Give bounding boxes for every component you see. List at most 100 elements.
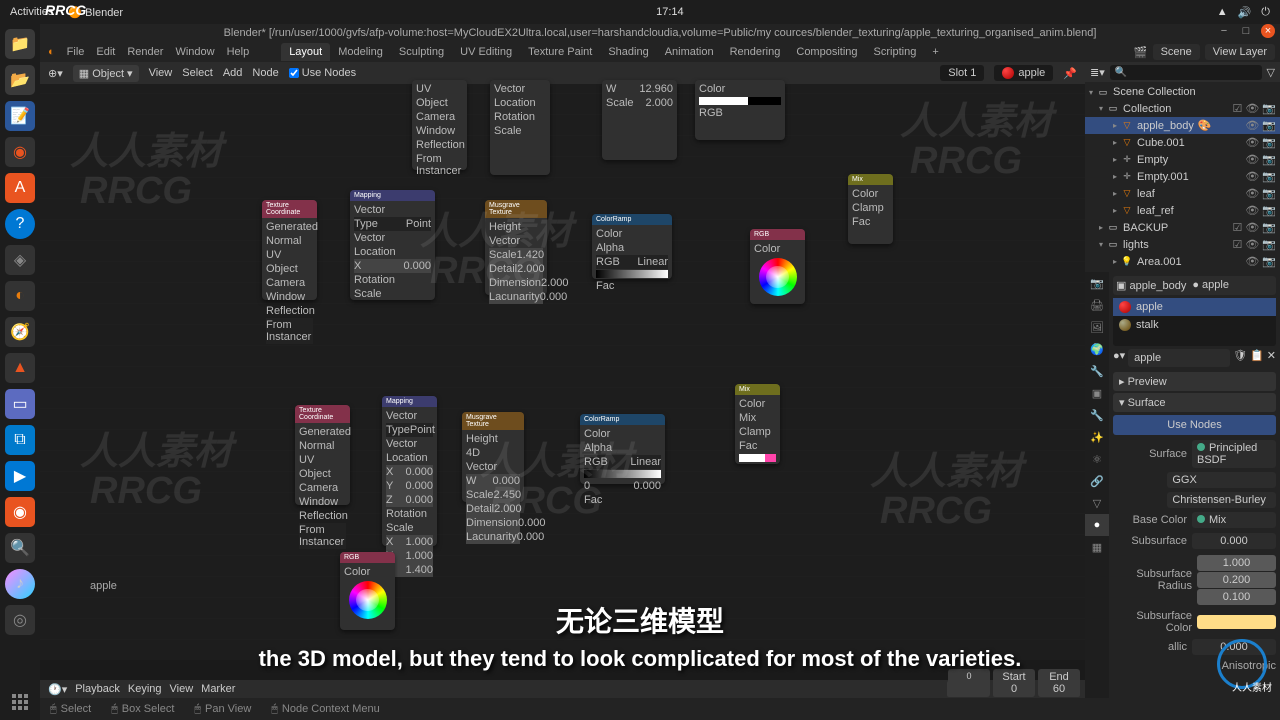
proptab-particle[interactable]: ✨ — [1085, 426, 1109, 448]
hdr-node[interactable]: Node — [252, 67, 278, 79]
network-icon[interactable]: ▲ — [1217, 6, 1228, 19]
mat-name-field[interactable]: apple — [1128, 349, 1230, 367]
mat-browse-icon[interactable]: ●▾ — [1113, 349, 1125, 367]
proptab-world[interactable]: 🔧 — [1085, 360, 1109, 382]
tab-uv[interactable]: UV Editing — [452, 43, 520, 61]
tl-playback[interactable]: Playback — [75, 683, 120, 695]
tree-item-leafref[interactable]: ▸▽leaf_ref👁📷 — [1085, 202, 1280, 219]
hdr-add[interactable]: Add — [223, 67, 243, 79]
mat-slot-stalk[interactable]: stalk — [1113, 316, 1276, 334]
outliner-search[interactable]: 🔍 — [1110, 65, 1262, 80]
end-frame-field[interactable]: End 60 — [1038, 669, 1080, 697]
blender-logo-icon[interactable]: ◐ — [48, 46, 55, 58]
node-musgrave-2[interactable]: Musgrave Texture Height4DVectorW0.000Sca… — [462, 412, 524, 502]
tree-backup[interactable]: ▸▭BACKUP☑👁📷 — [1085, 219, 1280, 236]
dock-app2-icon[interactable]: ▶ — [5, 461, 35, 491]
mat-new[interactable]: 📋 — [1250, 349, 1264, 367]
hdr-select[interactable]: Select — [182, 67, 213, 79]
power-icon[interactable]: ⏻ — [1261, 6, 1270, 19]
surface-shader-select[interactable]: Principled BSDF — [1192, 440, 1276, 468]
dock-help-icon[interactable]: ? — [5, 209, 35, 239]
dock-files-icon[interactable]: 📁 — [5, 29, 35, 59]
subsurf-method-select[interactable]: Christensen-Burley — [1167, 492, 1276, 508]
material-slot-list[interactable]: apple stalk — [1113, 298, 1276, 346]
slot-select[interactable]: Slot 1 — [940, 65, 984, 81]
base-color-input[interactable]: Mix — [1192, 512, 1276, 528]
subsurface-input[interactable]: 0.000 — [1192, 533, 1276, 549]
menu-render[interactable]: Render — [127, 46, 163, 58]
node-colorramp-2[interactable]: ColorRamp ColorAlphaRGBLinear00.000Fac — [580, 414, 665, 484]
tab-anim[interactable]: Animation — [657, 43, 722, 61]
menu-help[interactable]: Help — [227, 46, 250, 58]
node-mix-2[interactable]: Mix ColorMixClampFac — [735, 384, 780, 464]
menu-window[interactable]: Window — [175, 46, 214, 58]
dock-libreoffice-icon[interactable]: 📝 — [5, 101, 35, 131]
proptab-constraint[interactable]: 🔗 — [1085, 470, 1109, 492]
tab-modeling[interactable]: Modeling — [330, 43, 391, 61]
node-texcoord-1[interactable]: Texture Coordinate GeneratedNormalUVObje… — [262, 200, 317, 300]
menu-edit[interactable]: Edit — [96, 46, 115, 58]
tab-add[interactable]: + — [924, 43, 946, 61]
volume-icon[interactable]: 🔊 — [1238, 6, 1252, 19]
node-rgb-1[interactable]: RGB Color — [750, 229, 805, 304]
dock-music-icon[interactable]: ♪ — [5, 569, 35, 599]
distribution-select[interactable]: GGX — [1167, 472, 1276, 488]
dock-software-icon[interactable]: ◉ — [5, 137, 35, 167]
proptab-output[interactable]: 🖨 — [1085, 294, 1109, 316]
viewlayer-field[interactable]: View Layer — [1205, 44, 1275, 60]
tl-view[interactable]: View — [170, 683, 194, 695]
mat-slot-empty2[interactable] — [1113, 340, 1276, 346]
system-tray[interactable]: ▲ 🔊 ⏻ — [1217, 6, 1270, 19]
tab-compositing[interactable]: Compositing — [788, 43, 865, 61]
proptab-texture[interactable]: ▦ — [1085, 536, 1109, 558]
tree-scene-collection[interactable]: ▾▭Scene Collection — [1085, 84, 1280, 100]
use-nodes-toggle[interactable]: Use Nodes — [289, 67, 356, 79]
color-wheel-icon[interactable] — [759, 258, 797, 296]
panel-preview[interactable]: ▸ Preview — [1113, 372, 1276, 391]
shader-node-editor[interactable]: UVObjectCameraWindowReflectionFrom Insta… — [40, 84, 1085, 660]
dock-app3-icon[interactable]: ◉ — [5, 497, 35, 527]
node-mapping-1[interactable]: Mapping VectorTypePointVectorLocationX0.… — [350, 190, 435, 300]
timeline-type-icon[interactable]: 🕐▾ — [48, 683, 67, 696]
dock-nautilus-icon[interactable]: 📂 — [5, 65, 35, 95]
tab-scripting[interactable]: Scripting — [866, 43, 925, 61]
dock-vlc-icon[interactable]: ▲ — [5, 353, 35, 383]
tree-item-empty001[interactable]: ▸✛Empty.001👁📷 — [1085, 168, 1280, 185]
node-colorramp-top[interactable]: ColorRGB — [695, 80, 785, 140]
tab-texpaint[interactable]: Texture Paint — [520, 43, 600, 61]
dock-show-apps-icon[interactable] — [12, 694, 28, 710]
dock-store-icon[interactable]: A — [5, 173, 35, 203]
editor-type-icon[interactable]: ⊕▾ — [48, 67, 63, 80]
node-musgrave-1[interactable]: Musgrave Texture HeightVectorScale1.420D… — [485, 200, 547, 295]
proptab-object[interactable]: ▣ — [1085, 382, 1109, 404]
panel-surface[interactable]: ▾ Surface — [1113, 393, 1276, 412]
node-mapping-2[interactable]: Mapping VectorTypePointVectorLocationX0.… — [382, 396, 437, 546]
tree-collection[interactable]: ▾▭Collection☑👁📷 — [1085, 100, 1280, 117]
minimize-button[interactable]: − — [1217, 24, 1231, 38]
node-partial-1[interactable]: UVObjectCameraWindowReflectionFrom Insta… — [412, 80, 467, 170]
close-button[interactable]: × — [1261, 24, 1275, 38]
use-nodes-button[interactable]: Use Nodes — [1113, 415, 1276, 435]
dock-search-icon[interactable]: 🔍 — [5, 533, 35, 563]
tl-keying[interactable]: Keying — [128, 683, 162, 695]
current-frame-field[interactable]: 0 — [948, 669, 990, 697]
node-colorramp-1[interactable]: ColorRamp ColorAlphaRGBLinearFac — [592, 214, 672, 279]
node-texcoord-2[interactable]: Texture Coordinate GeneratedNormalUVObje… — [295, 405, 350, 505]
outliner-filter-icon[interactable]: ▽ — [1267, 66, 1275, 79]
start-frame-field[interactable]: Start 0 — [993, 669, 1035, 697]
material-select[interactable]: apple — [994, 65, 1053, 81]
tab-sculpting[interactable]: Sculpting — [391, 43, 452, 61]
node-partial-3[interactable]: W12.960Scale2.000 — [602, 80, 677, 160]
tree-lights[interactable]: ▾▭lights☑👁📷 — [1085, 236, 1280, 253]
clock[interactable]: 17:14 — [656, 6, 684, 18]
mat-slot-apple[interactable]: apple — [1113, 298, 1276, 316]
tree-item-cube[interactable]: ▸▽Cube.001👁📷 — [1085, 134, 1280, 151]
proptab-render[interactable]: 📷 — [1085, 272, 1109, 294]
tab-layout[interactable]: Layout — [281, 43, 330, 61]
dock-vscode-icon[interactable]: ⧉ — [5, 425, 35, 455]
mat-unlink[interactable]: ✕ — [1267, 349, 1276, 367]
dock-safari-icon[interactable]: 🧭 — [5, 317, 35, 347]
proptab-material[interactable]: ● — [1085, 514, 1109, 536]
proptab-physics[interactable]: ⚛ — [1085, 448, 1109, 470]
outliner-type-icon[interactable]: ≣▾ — [1090, 66, 1105, 79]
